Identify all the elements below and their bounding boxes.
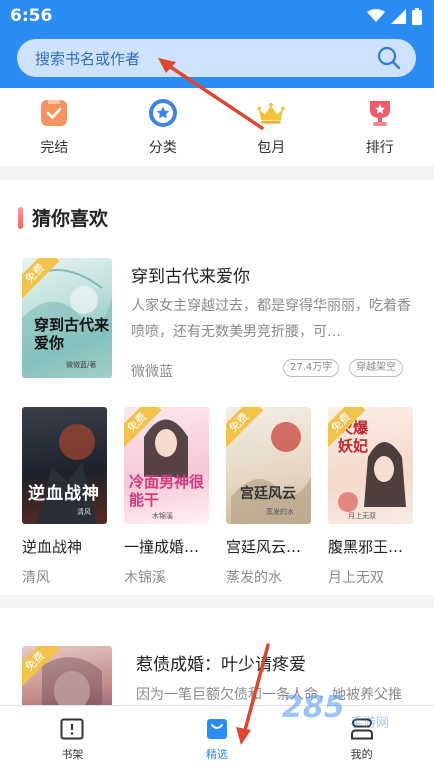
second-recommend-section: 免费 惹债成婚：叶少请疼爱 因为一笔巨额欠债和一条人命，她被养父推 bbox=[0, 608, 434, 716]
category-ranking[interactable]: 排行 bbox=[326, 88, 434, 166]
trophy-icon bbox=[365, 98, 395, 128]
book-author: 清风 bbox=[22, 570, 50, 586]
app-header: 6:56 搜索书名或作者 bbox=[0, 0, 434, 88]
category-label: 包月 bbox=[257, 140, 286, 156]
cover-author: 蒸发的水 bbox=[266, 508, 294, 516]
book-card[interactable]: 逆血战神 清风 逆血战神 清风 bbox=[22, 407, 107, 587]
book-author: 月上无双 bbox=[328, 570, 384, 586]
section-header: 猜你喜欢 bbox=[18, 204, 108, 231]
cover-author: 木锦溪 bbox=[152, 512, 173, 520]
nav-bookshelf[interactable]: 书架 bbox=[0, 706, 145, 771]
category-finished[interactable]: 完结 bbox=[0, 88, 109, 166]
category-label: 完结 bbox=[40, 140, 69, 156]
book-cover[interactable]: 逆血战神 清风 bbox=[22, 407, 107, 524]
watermark-logo: 285 bbox=[282, 690, 345, 725]
bookshelf-icon[interactable] bbox=[60, 718, 84, 740]
search-icon[interactable] bbox=[376, 45, 402, 71]
category-label: 排行 bbox=[365, 140, 394, 156]
cover-title: 逆血战神 bbox=[28, 484, 100, 504]
featured-book-title[interactable]: 穿到古代来爱你 bbox=[131, 262, 250, 287]
signal-icon bbox=[391, 8, 406, 24]
wifi-icon bbox=[367, 9, 385, 22]
nav-featured[interactable]: 精选 bbox=[145, 706, 290, 771]
cover-title: 穿到古代来爱你 bbox=[34, 316, 110, 352]
nav-label: 书架 bbox=[61, 748, 84, 761]
featured-book-description: 人家女主穿越过去，都是穿得华丽丽，吃着香喷喷，还有无数美男竞折腰，可… bbox=[131, 298, 411, 340]
bag-icon[interactable] bbox=[205, 718, 229, 740]
status-bar: 6:56 bbox=[0, 0, 434, 32]
crown-icon bbox=[256, 98, 286, 128]
book-author: 蒸发的水 bbox=[226, 570, 282, 586]
section-accent-bar bbox=[18, 206, 23, 229]
book-card[interactable]: 宫廷风云 蒸发的水 免费 宫廷风云… 蒸发的水 bbox=[226, 407, 311, 587]
book-cover[interactable]: 火爆妖妃 月上无双 免费 bbox=[328, 407, 413, 524]
book-title[interactable]: 宫廷风云… bbox=[226, 536, 311, 557]
status-time: 6:56 bbox=[10, 6, 53, 26]
featured-book-author: 微微蓝 bbox=[131, 364, 173, 380]
recommend-section: 猜你喜欢 穿到古代来爱你 微微蓝/著 免费 穿到古代来爱你 人家女主穿越过去，都… bbox=[0, 180, 434, 595]
section-title: 猜你喜欢 bbox=[32, 208, 109, 230]
book-description: 因为一笔巨额欠债和一条人命，她被养父推 bbox=[136, 687, 402, 703]
book-card[interactable]: 火爆妖妃 月上无双 免费 腹黑邪王… 月上无双 bbox=[328, 407, 413, 587]
cover-title: 宫廷风云 bbox=[240, 486, 296, 502]
book-title[interactable]: 腹黑邪王… bbox=[328, 536, 413, 557]
cover-title: 冷面男神很能干 bbox=[129, 473, 205, 509]
nav-label: 精选 bbox=[206, 748, 228, 761]
category-classify[interactable]: 分类 bbox=[109, 88, 218, 166]
book-cover[interactable]: 宫廷风云 蒸发的水 免费 bbox=[226, 407, 311, 524]
book-title[interactable]: 逆血战神 bbox=[22, 536, 107, 557]
book-title[interactable]: 惹债成婚：叶少请疼爱 bbox=[136, 650, 306, 675]
book-cover[interactable]: 冷面男神很能干 木锦溪 免费 bbox=[124, 407, 209, 524]
nav-label: 我的 bbox=[350, 748, 373, 761]
search-placeholder[interactable]: 搜索书名或作者 bbox=[35, 48, 140, 69]
book-grid: 逆血战神 清风 逆血战神 清风 冷面男神很能干 木锦溪 免费 一撞成婚… 木锦溪 bbox=[22, 407, 422, 587]
book-author: 木锦溪 bbox=[124, 570, 166, 586]
status-icons bbox=[367, 7, 422, 25]
cover-author: 微微蓝/著 bbox=[66, 361, 97, 369]
word-count-tag: 27.4万字 bbox=[283, 359, 340, 377]
genre-tag: 穿越架空 bbox=[349, 359, 403, 377]
battery-icon bbox=[412, 7, 422, 25]
check-book-icon bbox=[39, 98, 69, 128]
category-label: 分类 bbox=[148, 140, 177, 156]
featured-book-cover[interactable]: 穿到古代来爱你 微微蓝/著 免费 bbox=[22, 258, 112, 378]
watermark-text: 手游网 bbox=[350, 716, 390, 731]
cover-author: 清风 bbox=[77, 508, 91, 516]
book-title[interactable]: 一撞成婚… bbox=[124, 536, 209, 557]
category-row: 完结 分类 包月 排行 bbox=[0, 88, 434, 166]
cover-author: 月上无双 bbox=[348, 512, 376, 520]
star-circle-icon bbox=[148, 98, 178, 128]
category-monthly[interactable]: 包月 bbox=[217, 88, 326, 166]
cover-art bbox=[37, 424, 97, 524]
search-bar[interactable]: 搜索书名或作者 bbox=[17, 39, 416, 77]
book-card[interactable]: 冷面男神很能干 木锦溪 免费 一撞成婚… 木锦溪 bbox=[124, 407, 209, 587]
